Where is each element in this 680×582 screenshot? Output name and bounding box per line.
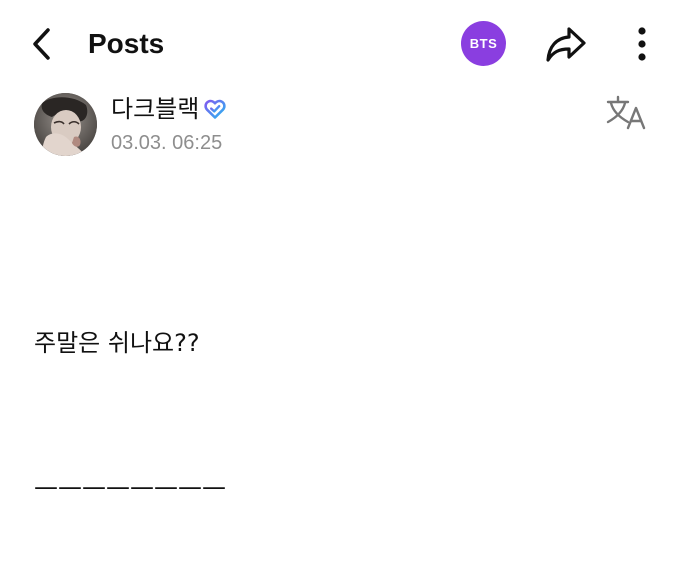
more-options-button[interactable]: [622, 22, 662, 66]
heart-badge-icon: [204, 99, 226, 119]
back-button[interactable]: [22, 24, 62, 64]
post-author-row: 다크블랙 03.03. 06:25: [0, 90, 680, 162]
more-vertical-icon: [638, 27, 646, 61]
community-badge[interactable]: BTS: [461, 21, 506, 66]
page-title: Posts: [88, 28, 165, 59]
community-badge-label: BTS: [469, 36, 498, 51]
translate-icon: [606, 95, 646, 130]
post-content-text: 주말은 쉬나요??: [34, 329, 200, 357]
translate-button[interactable]: [604, 94, 648, 134]
share-button[interactable]: [542, 22, 590, 66]
avatar[interactable]: [34, 93, 97, 156]
profile-photo: [34, 93, 97, 156]
app-header: Posts BTS: [0, 0, 680, 88]
chevron-left-icon: [33, 28, 50, 60]
share-icon: [546, 27, 586, 62]
author-name[interactable]: 다크블랙: [111, 92, 199, 126]
post-timestamp: 03.03. 06:25: [111, 132, 223, 154]
post-content-dashes: ————————: [34, 473, 226, 501]
